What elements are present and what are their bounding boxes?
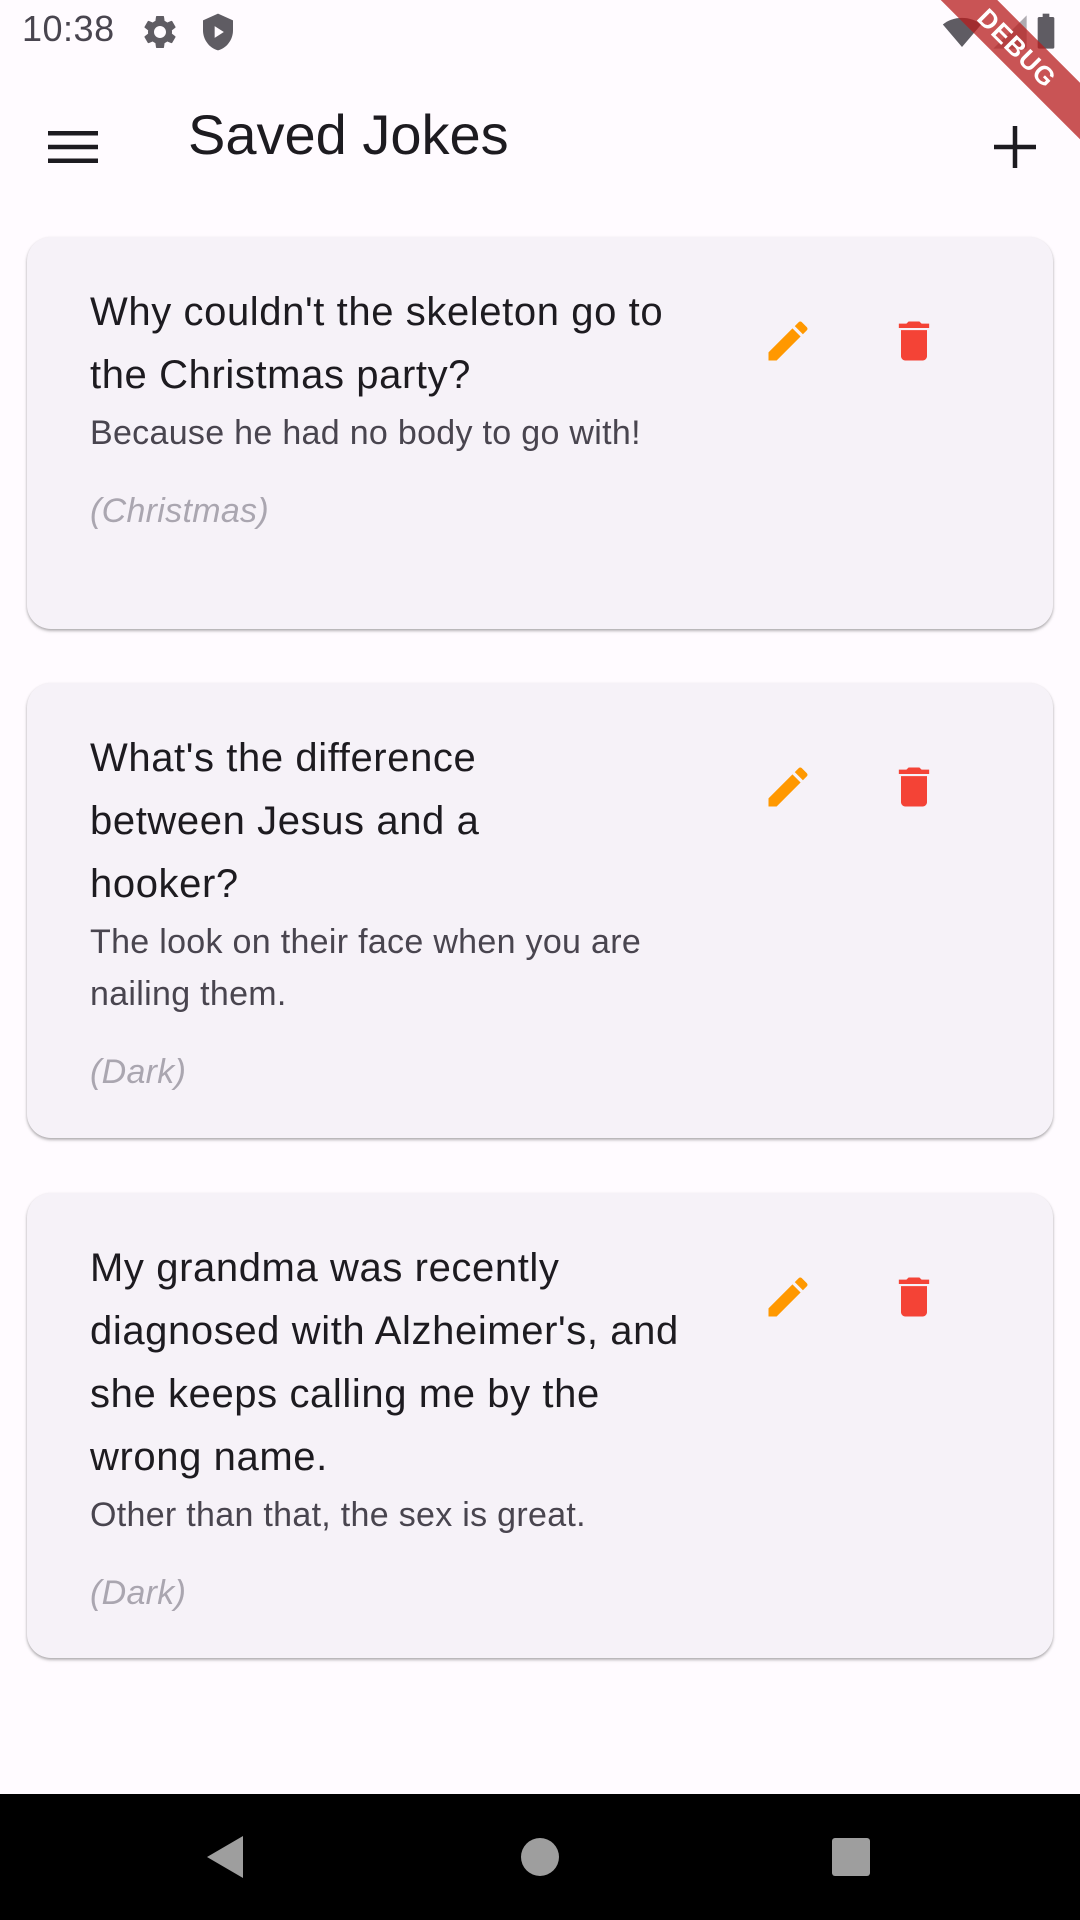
status-time: 10:38 <box>22 8 115 49</box>
menu-button[interactable] <box>30 104 116 190</box>
back-icon <box>207 1836 243 1878</box>
recents-icon <box>832 1838 870 1876</box>
joke-card: My grandma was recently diagnosed with A… <box>27 1193 1053 1658</box>
delete-button[interactable] <box>872 1255 956 1339</box>
delete-icon <box>898 321 930 361</box>
edit-button[interactable] <box>746 745 830 829</box>
back-button[interactable] <box>182 1814 268 1900</box>
menu-icon <box>48 131 98 163</box>
settings-icon <box>140 12 180 52</box>
screen: 10:38 DEBUG Saved Jokes Why couldn't the… <box>0 0 1080 1920</box>
edit-icon <box>768 321 808 361</box>
recents-button[interactable] <box>808 1814 894 1900</box>
joke-category: (Christmas) <box>90 492 269 530</box>
joke-punchline: Other than that, the sex is great. <box>90 1496 586 1534</box>
joke-setup: My grandma was recently diagnosed with A… <box>90 1246 679 1479</box>
joke-punchline: The look on their face when you are nail… <box>90 923 642 1013</box>
delete-button[interactable] <box>872 745 956 829</box>
joke-setup: What's the difference between Jesus and … <box>90 736 480 906</box>
page-title: Saved Jokes <box>188 103 509 166</box>
joke-setup: Why couldn't the skeleton go to the Chri… <box>90 290 664 397</box>
joke-punchline: Because he had no body to go with! <box>90 414 641 452</box>
joke-card: Why couldn't the skeleton go to the Chri… <box>27 237 1053 629</box>
delete-button[interactable] <box>872 299 956 383</box>
edit-icon <box>768 767 808 807</box>
delete-icon <box>898 767 930 807</box>
app-bar: Saved Jokes <box>0 64 1080 204</box>
status-bar: 10:38 <box>0 0 1080 64</box>
joke-content: Why couldn't the skeleton go to the Chri… <box>90 281 690 537</box>
edit-button[interactable] <box>746 299 830 383</box>
add-joke-button[interactable] <box>972 104 1058 190</box>
navigation-bar <box>0 1794 1080 1920</box>
joke-content: What's the difference between Jesus and … <box>90 727 690 1098</box>
shield-play-icon <box>198 12 238 52</box>
joke-content: My grandma was recently diagnosed with A… <box>90 1237 690 1619</box>
home-button[interactable] <box>497 1814 583 1900</box>
joke-category: (Dark) <box>90 1053 187 1091</box>
add-icon <box>994 126 1036 168</box>
joke-category: (Dark) <box>90 1574 187 1612</box>
edit-icon <box>768 1277 808 1317</box>
edit-button[interactable] <box>746 1255 830 1339</box>
joke-card: What's the difference between Jesus and … <box>27 683 1053 1138</box>
delete-icon <box>898 1277 930 1317</box>
home-icon <box>521 1838 559 1876</box>
